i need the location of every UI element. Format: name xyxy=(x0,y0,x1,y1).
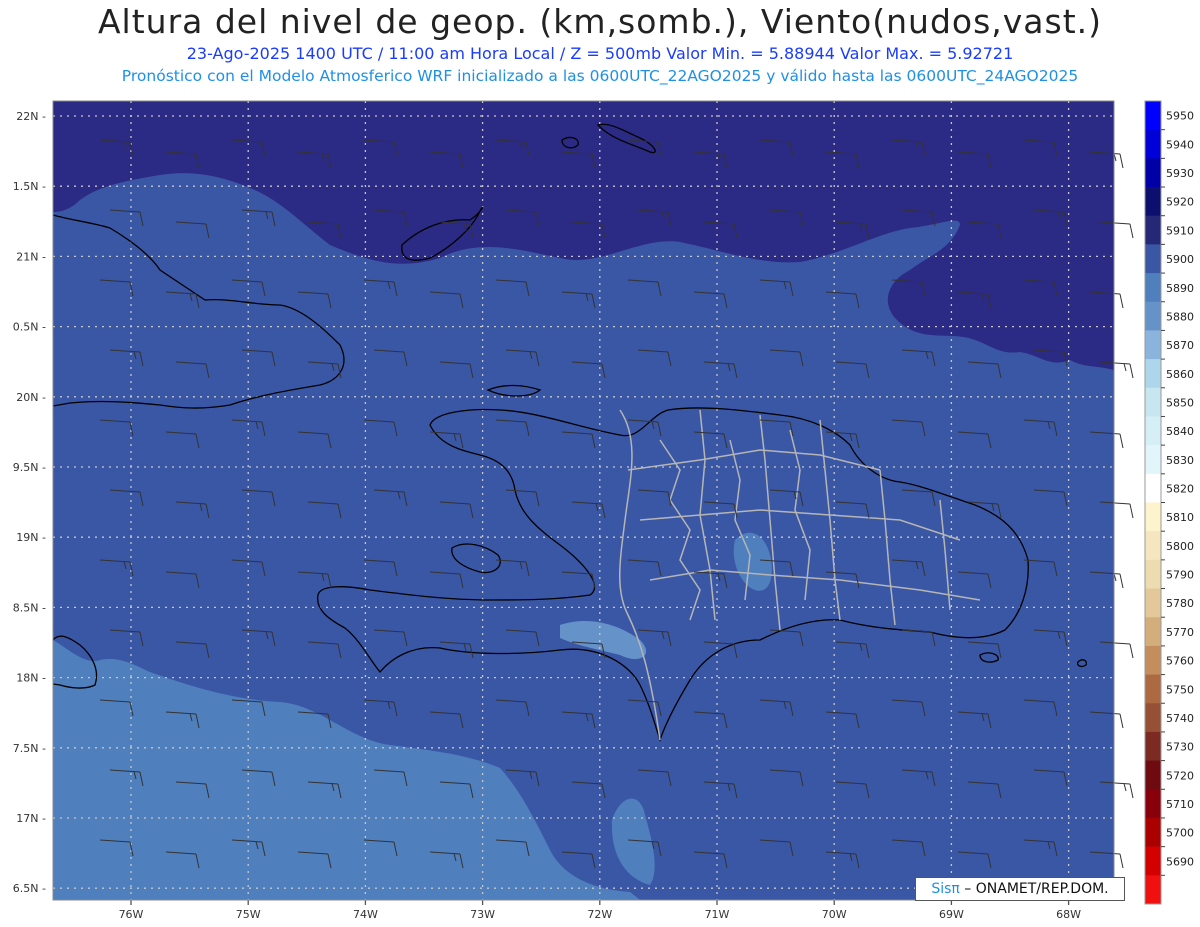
colorbar-label: 5820 xyxy=(1166,483,1194,496)
colorbar-label: 5710 xyxy=(1166,798,1194,811)
forecast-map: 22N - 1.5N - 21N - 0.5N - 20N - 9.5N - 19N - 8.… xyxy=(13,100,1194,921)
colorbar-swatch xyxy=(1145,359,1161,389)
lat-label: 21N - xyxy=(16,250,46,263)
lat-label: 19N - xyxy=(16,531,46,544)
colorbar-swatch xyxy=(1145,846,1161,876)
colorbar-label: 5900 xyxy=(1166,253,1194,266)
colorbar-label: 5800 xyxy=(1166,540,1194,553)
colorbar-label: 5740 xyxy=(1166,712,1194,725)
colorbar-label: 5910 xyxy=(1166,224,1194,237)
colorbar-swatch xyxy=(1145,129,1161,159)
colorbar-swatch xyxy=(1145,588,1161,618)
colorbar-swatch xyxy=(1145,101,1161,131)
colorbar-swatch xyxy=(1145,273,1161,303)
lon-label: 75W xyxy=(236,908,261,921)
colorbar-swatch xyxy=(1145,817,1161,848)
colorbar: 5950 5940 5930 5920 5910 5900 5890 5880 5870 5860… xyxy=(1144,100,1194,905)
colorbar-swatch xyxy=(1145,244,1161,274)
lat-label: 0.5N - xyxy=(13,321,46,334)
colorbar-swatch xyxy=(1145,760,1161,790)
colorbar-label: 5920 xyxy=(1166,196,1194,209)
colorbar-swatch xyxy=(1145,789,1161,819)
longitude-labels: 76W 75W 74W 73W 72W 71W 70W 69W 68W xyxy=(119,908,1082,921)
lon-label: 69W xyxy=(939,908,964,921)
lat-label: 8.5N - xyxy=(13,601,46,614)
credit-box: Sisπ – ONAMET/REP.DOM. xyxy=(915,877,1125,901)
colorbar-label: 5940 xyxy=(1166,138,1194,151)
colorbar-swatch xyxy=(1145,387,1161,417)
colorbar-label: 5880 xyxy=(1166,310,1194,323)
colorbar-label: 5760 xyxy=(1166,655,1194,668)
lat-label: 22N - xyxy=(16,110,46,123)
lat-label: 20N - xyxy=(16,391,46,404)
colorbar-swatch xyxy=(1145,617,1161,647)
lon-label: 73W xyxy=(470,908,495,921)
colorbar-swatch xyxy=(1145,416,1161,446)
colorbar-swatch xyxy=(1145,330,1161,360)
colorbar-label: 5850 xyxy=(1166,396,1194,409)
lat-label: 17N - xyxy=(16,812,46,825)
colorbar-label: 5830 xyxy=(1166,454,1194,467)
lon-label: 74W xyxy=(353,908,378,921)
colorbar-label: 5780 xyxy=(1166,597,1194,610)
colorbar-swatch xyxy=(1145,875,1161,905)
colorbar-label: 5700 xyxy=(1166,827,1194,840)
lon-label: 70W xyxy=(822,908,847,921)
colorbar-label: 5720 xyxy=(1166,769,1194,782)
colorbar-label: 5890 xyxy=(1166,282,1194,295)
lat-label: 9.5N - xyxy=(13,461,46,474)
colorbar-swatch xyxy=(1145,731,1161,762)
geopotential-field xyxy=(53,101,1114,900)
colorbar-swatch xyxy=(1145,531,1161,561)
latitude-labels: 22N - 1.5N - 21N - 0.5N - 20N - 9.5N - 19N - 8.… xyxy=(13,110,46,895)
lat-label: 1.5N - xyxy=(13,180,46,193)
colorbar-swatch xyxy=(1145,301,1161,331)
lat-label: 6.5N - xyxy=(13,882,46,895)
colorbar-label: 5770 xyxy=(1166,626,1194,639)
lon-label: 71W xyxy=(705,908,730,921)
lon-label: 76W xyxy=(119,908,144,921)
colorbar-swatch xyxy=(1145,703,1161,733)
lat-label: 18N - xyxy=(16,672,46,685)
colorbar-swatch xyxy=(1145,674,1161,704)
colorbar-label: 5950 xyxy=(1166,110,1194,123)
colorbar-swatch xyxy=(1145,559,1161,590)
lon-label: 72W xyxy=(587,908,612,921)
colorbar-swatch xyxy=(1145,502,1161,532)
colorbar-label: 5840 xyxy=(1166,425,1194,438)
colorbar-label: 5690 xyxy=(1166,855,1194,868)
colorbar-swatch xyxy=(1145,445,1161,475)
colorbar-swatch xyxy=(1145,187,1161,217)
colorbar-label: 5860 xyxy=(1166,368,1194,381)
colorbar-label: 5790 xyxy=(1166,569,1194,582)
colorbar-swatch xyxy=(1145,473,1161,503)
credit-text: – ONAMET/REP.DOM. xyxy=(959,881,1109,897)
colorbar-label: 5930 xyxy=(1166,167,1194,180)
colorbar-label: 5730 xyxy=(1166,741,1194,754)
colorbar-label: 5870 xyxy=(1166,339,1194,352)
colorbar-label: 5810 xyxy=(1166,511,1194,524)
colorbar-swatch xyxy=(1145,645,1161,676)
colorbar-label: 5750 xyxy=(1166,683,1194,696)
colorbar-swatch xyxy=(1145,215,1161,245)
lon-label: 68W xyxy=(1056,908,1081,921)
lat-label: 7.5N - xyxy=(13,742,46,755)
colorbar-swatch xyxy=(1145,158,1161,188)
sispi-logo-text: Sisπ xyxy=(931,881,960,897)
